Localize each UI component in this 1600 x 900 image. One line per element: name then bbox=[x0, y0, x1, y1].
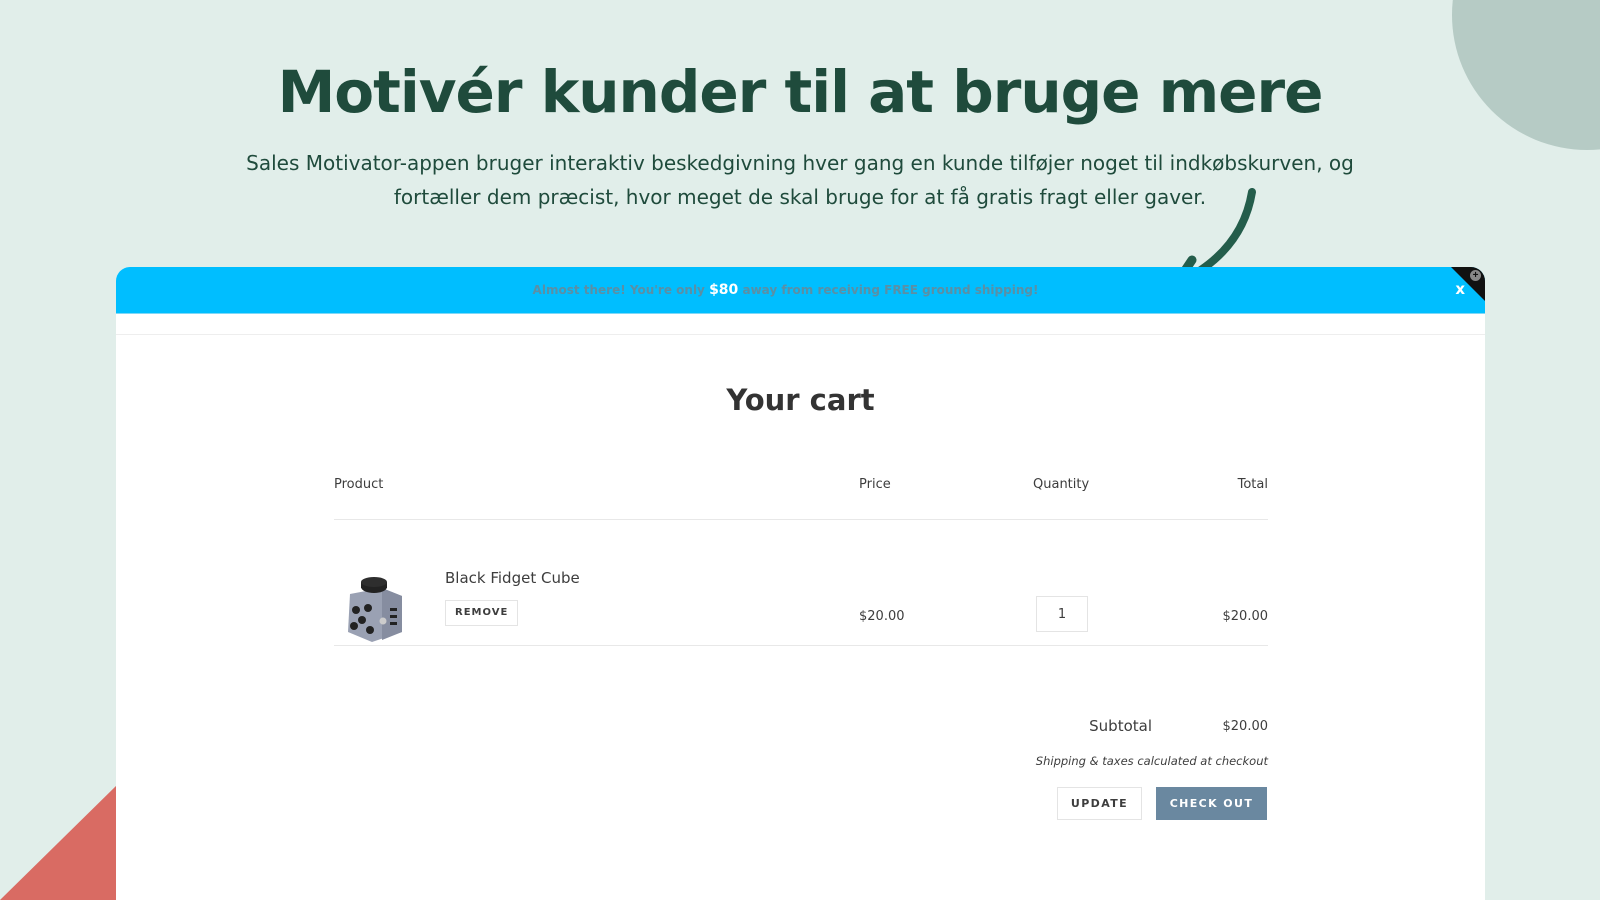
motivator-text-before: Almost there! You're only bbox=[532, 283, 710, 297]
subtotal-label: Subtotal bbox=[1089, 717, 1152, 735]
column-header-total: Total bbox=[1237, 477, 1268, 492]
divider bbox=[334, 645, 1268, 646]
column-header-quantity: Quantity bbox=[1033, 477, 1090, 492]
item-price: $20.00 bbox=[859, 609, 905, 624]
remove-button[interactable]: REMOVE bbox=[445, 600, 519, 626]
motivator-message: Almost there! You're only $80 away from … bbox=[533, 282, 1039, 298]
motivator-amount: $80 bbox=[709, 282, 739, 298]
checkout-button[interactable]: CHECK OUT bbox=[1156, 787, 1267, 820]
divider bbox=[334, 519, 1268, 520]
store-header bbox=[116, 315, 1485, 335]
page-headline: Motivér kunder til at bruge mere bbox=[277, 58, 1324, 126]
close-icon[interactable]: x bbox=[1455, 280, 1465, 298]
decorative-triangle bbox=[0, 784, 118, 900]
product-name[interactable]: Black Fidget Cube bbox=[445, 569, 580, 587]
shipping-note: Shipping & taxes calculated at checkout bbox=[1035, 754, 1268, 768]
motivator-text-after: away from receiving FREE ground shipping… bbox=[738, 283, 1039, 297]
store-cart-preview: Almost there! You're only $80 away from … bbox=[116, 267, 1485, 900]
sales-motivator-bar: Almost there! You're only $80 away from … bbox=[116, 267, 1485, 314]
cart-title: Your cart bbox=[726, 383, 875, 417]
column-header-product: Product bbox=[334, 477, 384, 492]
plus-circle-icon[interactable]: + bbox=[1470, 270, 1481, 281]
quantity-input[interactable] bbox=[1036, 596, 1088, 632]
item-total: $20.00 bbox=[1222, 609, 1269, 624]
product-image bbox=[348, 577, 402, 642]
update-button[interactable]: UPDATE bbox=[1057, 787, 1142, 820]
subtotal-value: $20.00 bbox=[1222, 719, 1269, 734]
column-header-price: Price bbox=[859, 477, 891, 492]
